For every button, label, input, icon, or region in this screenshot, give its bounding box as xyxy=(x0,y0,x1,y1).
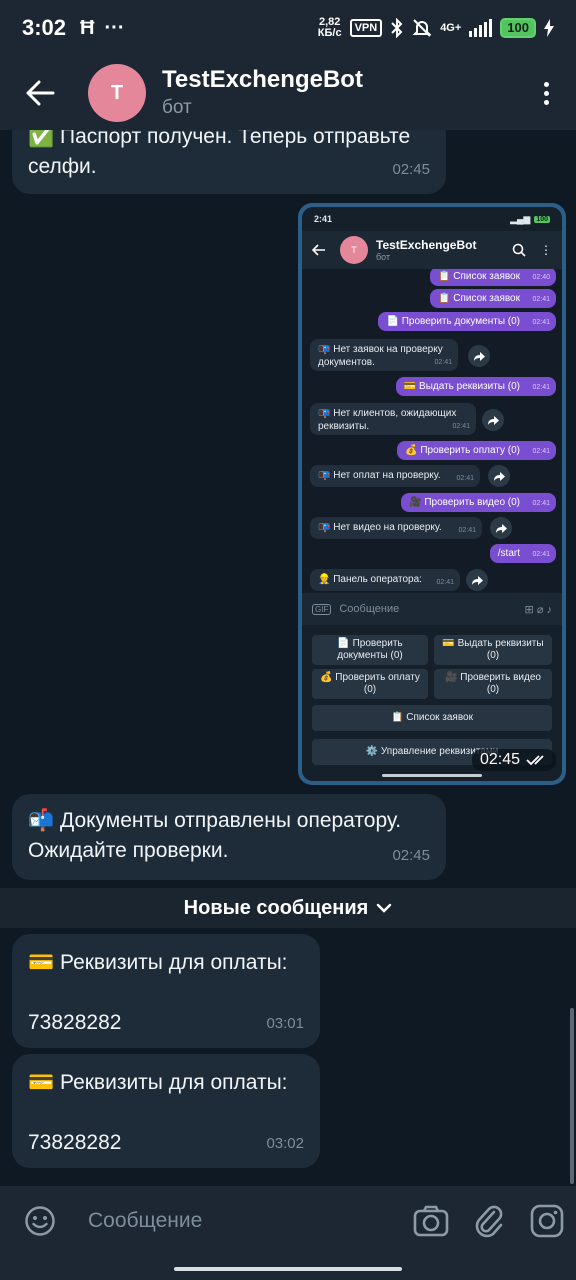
status-bar: 3:02 Ħ ··· 2,82 КБ/с VPN 4G+ 100 xyxy=(0,0,576,56)
message-docs-sent: 📬 Документы отправлены оператору. Ожидай… xyxy=(12,794,446,880)
screenshot-gif-icon: GIF xyxy=(312,603,332,615)
screenshot-back-arrow-icon xyxy=(312,244,325,256)
chat-info[interactable]: TestExchengeBot бот xyxy=(162,65,363,121)
message-composer: Сообщение xyxy=(0,1186,576,1256)
message-input[interactable]: Сообщение xyxy=(88,1209,402,1233)
instagram-icon xyxy=(530,1204,564,1238)
battery-indicator: 100 xyxy=(500,18,536,38)
emoji-button[interactable] xyxy=(0,1205,80,1237)
screenshot-forward-icon xyxy=(468,345,490,367)
double-check-icon xyxy=(526,755,544,766)
screenshot-forward-icon xyxy=(466,569,488,591)
home-indicator[interactable] xyxy=(174,1267,402,1271)
back-arrow-icon xyxy=(26,80,55,106)
new-messages-divider[interactable]: Новые сообщения xyxy=(0,888,576,928)
status-time: 3:02 xyxy=(22,15,67,40)
network-type: 4G+ xyxy=(440,21,462,34)
emoji-icon xyxy=(25,1206,55,1236)
message-requisites: 💳 Реквизиты для оплаты: 73828282 03:02 xyxy=(12,1054,320,1168)
screenshot-forward-icon xyxy=(482,409,504,431)
system-nav-bar xyxy=(0,1256,576,1280)
scrollbar[interactable] xyxy=(570,1008,574,1184)
more-menu-button[interactable] xyxy=(516,56,576,130)
signal-bars-icon xyxy=(469,19,493,37)
hotspot-h-icon: Ħ xyxy=(80,16,95,39)
message-time: 03:02 xyxy=(266,1135,304,1152)
paperclip-icon xyxy=(475,1205,503,1238)
camera-icon xyxy=(413,1205,449,1237)
chat-title: TestExchengeBot xyxy=(162,66,363,93)
bluetooth-icon xyxy=(391,18,403,38)
screenshot-signal-icon: ▂▄▆ xyxy=(510,213,531,224)
chevron-down-icon xyxy=(377,903,392,913)
screenshot-forward-icon xyxy=(488,465,510,487)
message-time: 03:01 xyxy=(266,1015,304,1032)
screenshot-image-message[interactable]: 2:41 ▂▄▆ 100 T TestExchengeBot бот ⋮ 📋 С… xyxy=(298,203,566,785)
avatar[interactable]: T xyxy=(88,64,146,122)
chat-header: T TestExchengeBot бот xyxy=(0,56,576,130)
message-requisites: 💳 Реквизиты для оплаты: 73828282 03:01 xyxy=(12,934,320,1048)
chat-subtitle: бот xyxy=(162,97,192,118)
screenshot-forward-icon xyxy=(490,517,512,539)
back-button[interactable] xyxy=(0,56,80,130)
camera-button[interactable] xyxy=(402,1205,460,1237)
instagram-button[interactable] xyxy=(518,1204,576,1238)
screenshot-attach-icon: ⊞ ⌀ ♪ xyxy=(524,603,552,616)
charging-bolt-icon xyxy=(544,19,554,37)
net-speed: 2,82 КБ/с xyxy=(317,16,342,39)
vpn-badge: VPN xyxy=(349,19,383,37)
image-time: 02:45 xyxy=(471,749,556,771)
chat-area[interactable]: ✅ Паспорт получен. Теперь отправьте селф… xyxy=(0,130,576,1186)
vertical-dots-icon xyxy=(543,81,549,105)
more-dots-icon: ··· xyxy=(104,16,125,39)
attach-button[interactable] xyxy=(460,1204,518,1238)
message-time: 02:45 xyxy=(392,847,430,864)
screenshot-search-icon xyxy=(512,243,526,257)
message-passport: ✅ Паспорт получен. Теперь отправьте селф… xyxy=(12,130,446,194)
message-time: 02:45 xyxy=(392,161,430,178)
silent-bell-icon xyxy=(412,19,432,37)
screenshot-menu-icon: ⋮ xyxy=(540,243,552,257)
